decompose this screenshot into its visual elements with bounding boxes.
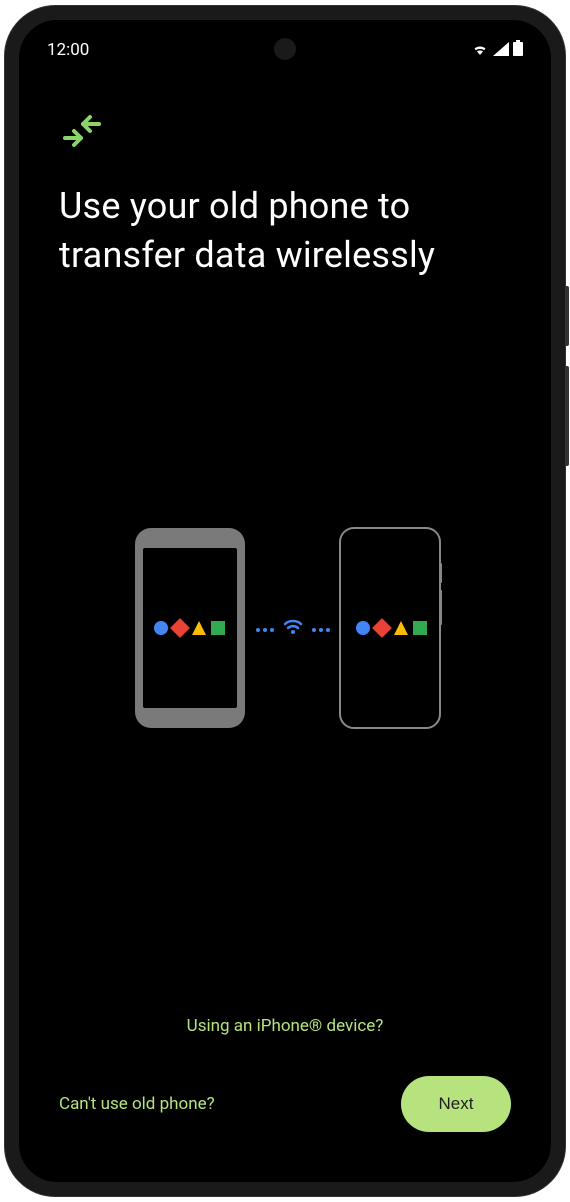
cellular-signal-icon [493, 41, 509, 60]
phones-illustration-svg [125, 518, 445, 738]
screen: 12:00 [19, 20, 551, 1182]
transfer-arrows-icon [59, 110, 511, 154]
device-side-button [565, 286, 569, 346]
status-time: 12:00 [47, 40, 89, 60]
status-indicators [471, 40, 523, 60]
iphone-device-link[interactable]: Using an iPhone® device? [59, 996, 511, 1076]
wifi-icon [471, 41, 489, 60]
camera-notch [274, 38, 296, 60]
transfer-illustration [59, 319, 511, 996]
battery-icon [513, 40, 523, 60]
page-title: Use your old phone to transfer data wire… [59, 182, 511, 279]
bottom-bar: Can't use old phone? Next [19, 1076, 551, 1182]
device-frame: 12:00 [5, 6, 565, 1196]
cant-use-old-phone-link[interactable]: Can't use old phone? [59, 1094, 215, 1114]
next-button[interactable]: Next [401, 1076, 511, 1132]
device-side-button [565, 366, 569, 466]
content-area: Use your old phone to transfer data wire… [19, 80, 551, 1076]
